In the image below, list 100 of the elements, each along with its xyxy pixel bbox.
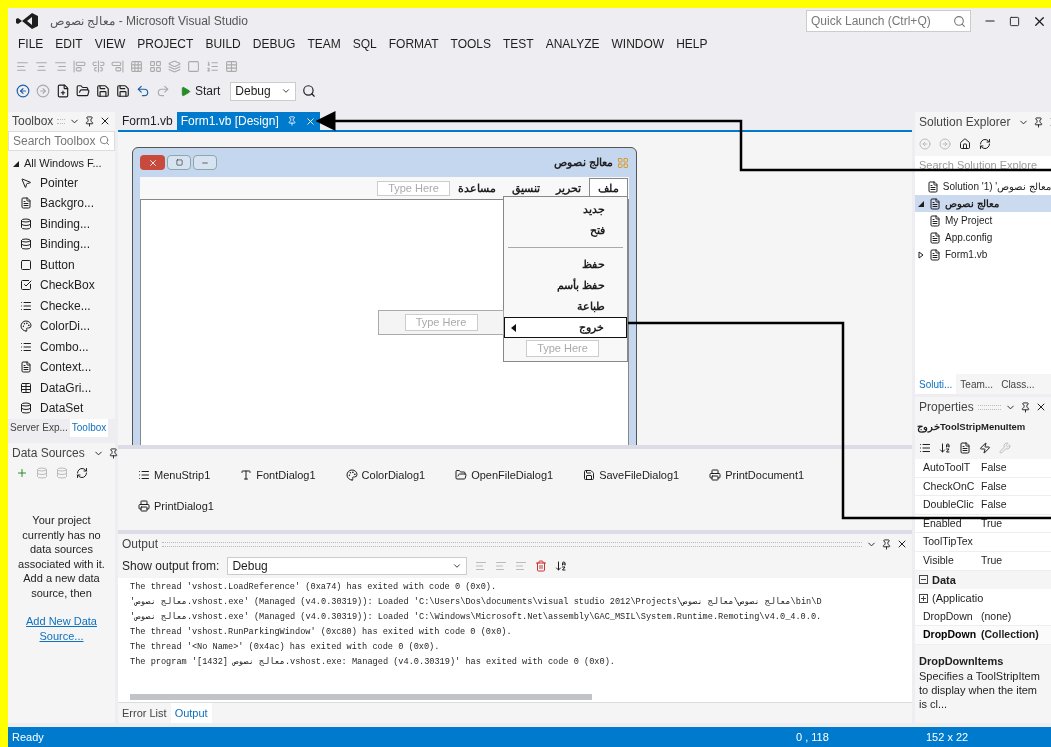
tree-item[interactable]: App.config — [915, 229, 1051, 246]
tree-item[interactable]: My Project — [915, 212, 1051, 229]
search-icon[interactable] — [953, 14, 966, 28]
menu-item[interactable]: EDIT — [49, 35, 89, 53]
toolbox-group[interactable]: All Windows F... — [8, 154, 115, 173]
property-value[interactable]: False — [977, 459, 1007, 476]
toolbox-item[interactable]: Context... — [8, 357, 115, 378]
property-value[interactable]: False — [977, 478, 1007, 495]
save-icon[interactable] — [96, 84, 110, 98]
output-source-dropdown[interactable]: Debug — [227, 557, 468, 575]
menu-item[interactable]: HELP — [670, 35, 714, 53]
close-button[interactable] — [140, 155, 165, 170]
panel-tab[interactable]: Error List — [118, 703, 171, 723]
menu-item[interactable]: ANALYZE — [539, 35, 606, 53]
save-all-icon[interactable] — [116, 84, 130, 98]
menu-item[interactable]: TEAM — [301, 35, 347, 53]
sort-icon[interactable] — [939, 442, 951, 454]
pin-icon[interactable] — [107, 447, 119, 459]
dropdown-item[interactable]: حفظ بأسم — [504, 275, 627, 296]
toolbox-item[interactable]: Checke... — [8, 295, 115, 316]
component-item[interactable]: MenuStrip1 — [138, 467, 211, 484]
component-item[interactable]: PrintDialog1 — [138, 497, 214, 514]
home-icon[interactable] — [959, 138, 971, 150]
property-value[interactable]: False — [977, 497, 1007, 513]
property-value[interactable]: (Collection) — [977, 627, 1039, 643]
toolbox-item[interactable]: ColorDi... — [8, 316, 115, 337]
panel-tab[interactable]: Server Exp... — [8, 418, 70, 437]
menu-item[interactable]: TOOLS — [444, 35, 497, 53]
dropdown-item[interactable]: طباعة — [504, 296, 627, 317]
pin-icon[interactable] — [881, 538, 892, 550]
menu-item[interactable]: WINDOW — [605, 35, 671, 53]
folder-icon[interactable] — [76, 84, 90, 98]
expand-icon[interactable] — [919, 593, 928, 603]
dropdown-item[interactable]: فتح — [504, 220, 627, 241]
panel-tab[interactable]: Output — [170, 703, 212, 723]
form-menu-item[interactable]: مساعدة — [450, 178, 504, 198]
dropdown-item[interactable]: جديد — [504, 199, 627, 220]
restore-icon[interactable] — [1009, 15, 1020, 27]
menu-item[interactable]: SQL — [346, 35, 383, 53]
search-icon[interactable] — [99, 135, 110, 146]
menu-item[interactable]: FILE — [12, 35, 50, 53]
property-value[interactable]: True — [977, 552, 1003, 569]
close-icon[interactable] — [896, 538, 908, 550]
pin-icon[interactable] — [1020, 401, 1031, 413]
component-item[interactable]: OpenFileDialog1 — [455, 467, 554, 484]
object-selector[interactable]: خروجToolStripMenuItem — [915, 417, 1051, 437]
tree-item[interactable]: Solution 'معالج نصوص' (1 — [915, 178, 1051, 195]
toolbox-item[interactable]: Combo... — [8, 336, 115, 357]
dropdown-item[interactable]: حفظ — [504, 254, 627, 275]
tree-item[interactable]: معالج نصوص — [915, 195, 1051, 212]
pin-icon[interactable] — [84, 115, 95, 127]
collapsed-icon[interactable] — [917, 250, 925, 259]
property-row[interactable]: DropDown (Collection) — [915, 626, 1051, 645]
menu-item[interactable]: PROJECT — [131, 35, 200, 53]
collapse-icon[interactable] — [919, 575, 928, 585]
undo-icon[interactable] — [136, 84, 150, 98]
menu-item[interactable]: FORMAT — [382, 35, 445, 53]
panel-tab[interactable]: Team... — [956, 374, 998, 394]
panel-tab[interactable]: Soluti... — [915, 374, 957, 394]
toolbox-item[interactable]: Pointer — [8, 172, 115, 193]
expanded-icon[interactable] — [12, 159, 20, 168]
search-field[interactable]: Search Toolbox — [8, 130, 115, 151]
form-menu-item[interactable]: تحرير — [548, 178, 589, 198]
menu-item[interactable]: DEBUG — [246, 35, 302, 53]
toolbox-item[interactable]: CheckBox — [8, 275, 115, 296]
add-data-source-link[interactable]: Add New Data Source... — [8, 614, 115, 643]
toolbox-item[interactable]: DataGri... — [8, 377, 115, 398]
component-item[interactable]: FontDialog1 — [240, 467, 316, 484]
pin-icon[interactable] — [1033, 116, 1045, 128]
horizontal-scrollbar[interactable] — [118, 691, 912, 703]
find-icon[interactable] — [302, 84, 317, 98]
form-menu-item[interactable]: تنسيق — [504, 178, 548, 198]
start-button[interactable]: Start — [176, 82, 225, 100]
expanded-icon[interactable] — [917, 199, 925, 208]
property-value[interactable]: (none) — [977, 608, 1012, 625]
toolbox-item[interactable]: Binding... — [8, 234, 115, 255]
document-tab[interactable]: Form1.vb — [118, 112, 177, 130]
form-menu-item[interactable]: ملف — [589, 178, 628, 198]
menu-item[interactable]: TEST — [497, 35, 540, 53]
categorized-icon[interactable] — [919, 442, 931, 454]
panel-tab[interactable]: Toolbox — [69, 418, 109, 437]
maximize-button[interactable] — [167, 155, 191, 170]
close-icon[interactable] — [1035, 401, 1047, 413]
toolbox-item[interactable]: DataSet — [8, 398, 115, 419]
sync-icon[interactable] — [979, 138, 991, 150]
menu-item[interactable]: VIEW — [88, 35, 132, 53]
component-item[interactable]: SaveFileDialog1 — [583, 467, 680, 484]
component-item[interactable]: PrintDocument1 — [709, 467, 805, 484]
toolbox-item[interactable]: Backgro... — [8, 193, 115, 214]
clear-icon[interactable] — [535, 560, 548, 572]
toolbox-item[interactable]: Button — [8, 254, 115, 275]
wrap-icon[interactable] — [555, 560, 568, 572]
properties-icon[interactable] — [959, 442, 971, 454]
add-data-icon[interactable] — [16, 467, 28, 479]
refresh-icon[interactable] — [76, 467, 88, 479]
quick-launch-field[interactable]: Quick Launch (Ctrl+Q) — [806, 10, 971, 32]
menu-item[interactable]: BUILD — [199, 35, 247, 53]
dropdown-item[interactable]: خروج — [504, 317, 627, 338]
property-value[interactable]: True — [977, 515, 1003, 532]
panel-tab[interactable]: Class... — [997, 374, 1039, 394]
